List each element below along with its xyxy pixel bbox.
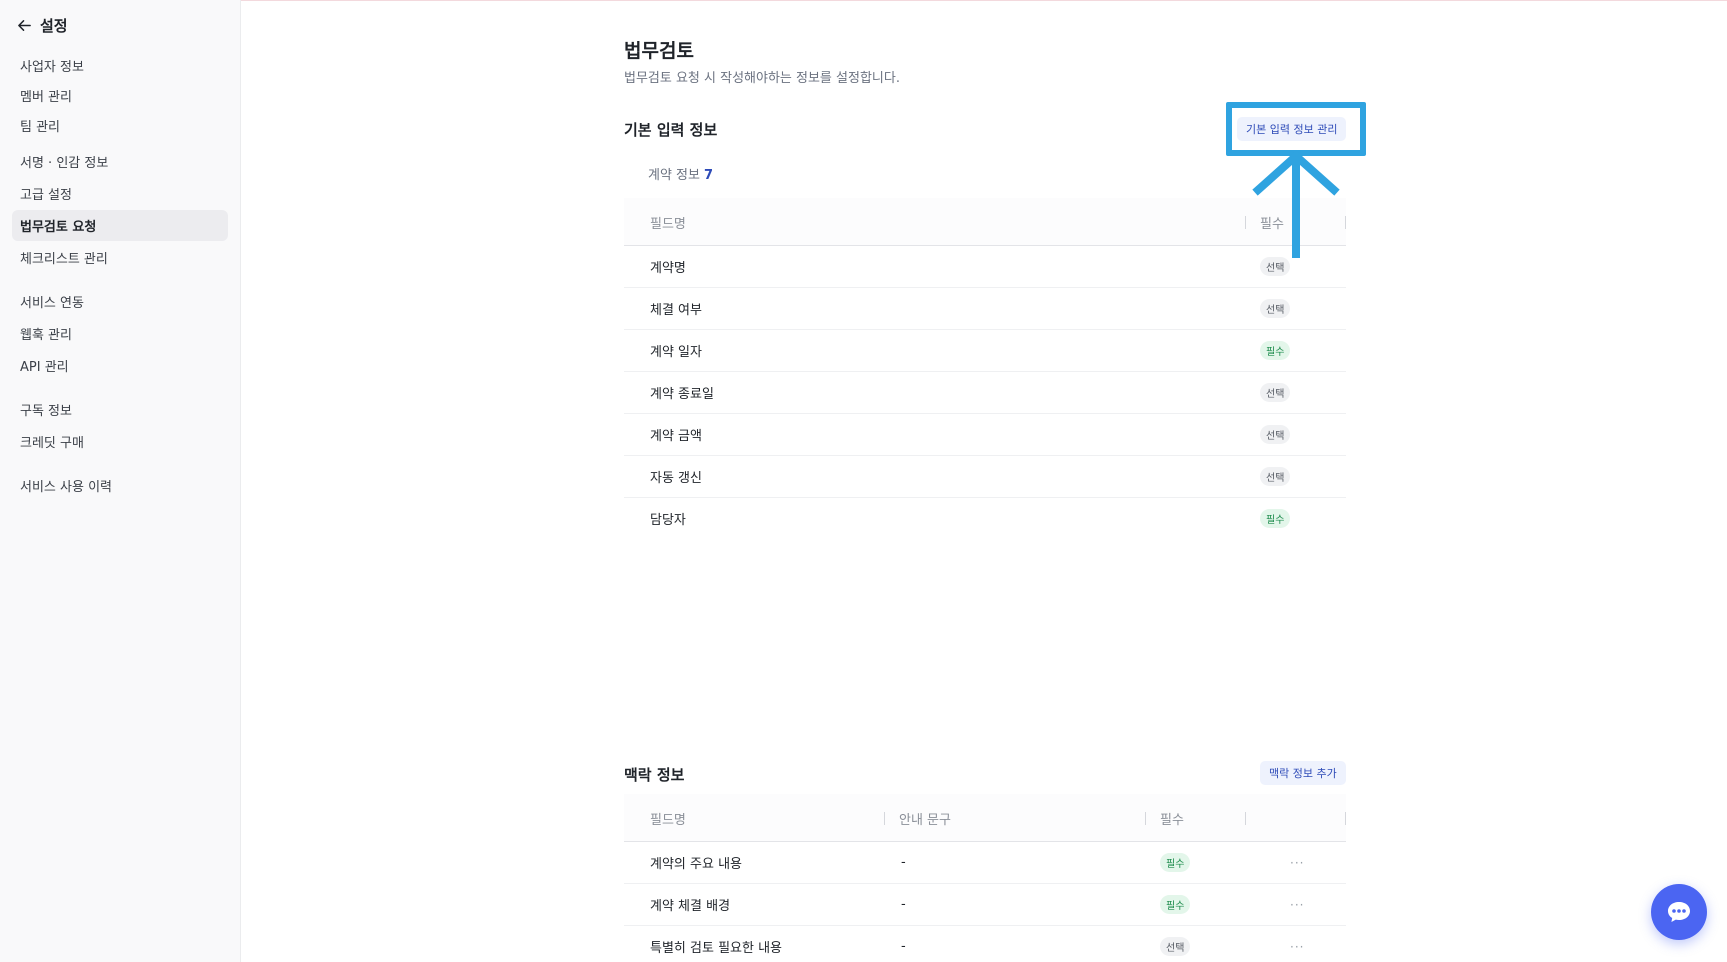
back-to-settings[interactable]: 설정 (17, 14, 68, 36)
column-resize-handle[interactable] (1245, 216, 1246, 229)
optional-badge: 선택 (1260, 383, 1291, 402)
optional-badge: 선택 (1260, 257, 1291, 276)
tab-count: 7 (703, 168, 714, 183)
more-options-icon[interactable]: ··· (1290, 856, 1304, 870)
optional-badge: 선택 (1260, 299, 1291, 318)
column-header-name: 필드명 (650, 812, 686, 828)
column-header-guide: 안내 문구 (899, 812, 951, 828)
guide-text: - (901, 939, 906, 954)
page-title: 법무검토 (624, 40, 694, 62)
sidebar-item-integrations[interactable]: 서비스 연동 (12, 286, 228, 317)
table-row[interactable]: 계약의 주요 내용 - 필수 ··· (624, 842, 1346, 884)
sidebar-item-usage-history[interactable]: 서비스 사용 이력 (12, 470, 228, 501)
table-row[interactable]: 담당자 필수 (624, 498, 1346, 540)
required-badge: 필수 (1260, 341, 1291, 360)
column-resize-handle[interactable] (1245, 812, 1246, 825)
optional-badge: 선택 (1260, 467, 1291, 486)
page-description: 법무검토 요청 시 작성해야하는 정보를 설정합니다. (624, 71, 900, 86)
sidebar-item-signature-seal[interactable]: 서명 · 인감 정보 (12, 146, 228, 177)
column-header-name: 필드명 (650, 216, 686, 232)
table-row[interactable]: 계약 종료일 선택 (624, 372, 1346, 414)
field-name: 계약 종료일 (650, 387, 714, 402)
guide-text: - (901, 897, 906, 912)
column-resize-handle[interactable] (1345, 216, 1346, 229)
chat-bubble-icon (1668, 902, 1690, 922)
context-info-title: 맥락 정보 (624, 766, 685, 784)
table-row[interactable]: 특별히 검토 필요한 내용 - 선택 ··· (624, 926, 1346, 962)
more-options-icon[interactable]: ··· (1290, 898, 1304, 912)
sidebar-item-credits[interactable]: 크레딧 구매 (12, 426, 228, 457)
top-border (0, 0, 1727, 1)
sidebar-item-api[interactable]: API 관리 (12, 350, 228, 381)
chat-support-button[interactable] (1651, 884, 1707, 940)
sidebar-item-teams[interactable]: 팀 관리 (12, 110, 228, 141)
context-info-table: 필드명 안내 문구 필수 계약의 주요 내용 - 필수 ··· 계약 체결 배경… (624, 794, 1346, 962)
field-name: 계약의 주요 내용 (650, 857, 742, 872)
sidebar-item-business-info[interactable]: 사업자 정보 (12, 50, 228, 81)
column-resize-handle[interactable] (884, 812, 885, 825)
optional-badge: 선택 (1160, 937, 1191, 956)
required-badge: 필수 (1260, 509, 1291, 528)
required-badge: 필수 (1160, 895, 1191, 914)
field-name: 담당자 (650, 513, 686, 528)
sidebar-item-subscription[interactable]: 구독 정보 (12, 394, 228, 425)
field-name: 계약 체결 배경 (650, 899, 731, 914)
field-name: 특별히 검토 필요한 내용 (650, 941, 782, 956)
table-header: 필드명 필수 (624, 198, 1346, 246)
settings-sidebar: 설정 사업자 정보 멤버 관리 팀 관리 서명 · 인감 정보 고급 설정 법무… (0, 0, 241, 962)
field-name: 계약 일자 (650, 345, 702, 360)
table-header: 필드명 안내 문구 필수 (624, 794, 1346, 842)
sidebar-item-webhooks[interactable]: 웹훅 관리 (12, 318, 228, 349)
column-header-required: 필수 (1160, 812, 1184, 828)
guide-text: - (901, 855, 906, 870)
field-name: 계약명 (650, 261, 686, 276)
table-row[interactable]: 계약 일자 필수 (624, 330, 1346, 372)
arrow-left-icon (18, 19, 31, 31)
sidebar-item-legal-review[interactable]: 법무검토 요청 (12, 210, 228, 241)
table-row[interactable]: 계약 체결 배경 - 필수 ··· (624, 884, 1346, 926)
add-context-info-button[interactable]: 맥락 정보 추가 (1260, 761, 1346, 785)
more-options-icon[interactable]: ··· (1290, 940, 1304, 954)
optional-badge: 선택 (1260, 425, 1291, 444)
sidebar-item-members[interactable]: 멤버 관리 (12, 80, 228, 111)
sidebar-title: 설정 (40, 16, 68, 35)
tab-label: 계약 정보 (648, 168, 700, 183)
table-row[interactable]: 계약명 선택 (624, 246, 1346, 288)
column-resize-handle[interactable] (1145, 812, 1146, 825)
column-resize-handle[interactable] (1345, 812, 1346, 825)
field-name: 계약 금액 (650, 429, 702, 444)
basic-info-title: 기본 입력 정보 (624, 121, 718, 139)
required-badge: 필수 (1160, 853, 1191, 872)
table-row[interactable]: 계약 금액 선택 (624, 414, 1346, 456)
column-header-required: 필수 (1260, 216, 1284, 232)
field-name: 체결 여부 (650, 303, 702, 318)
table-row[interactable]: 체결 여부 선택 (624, 288, 1346, 330)
basic-info-table: 필드명 필수 계약명 선택 체결 여부 선택 계약 일자 필수 계약 종료일 선… (624, 198, 1346, 540)
manage-basic-info-button[interactable]: 기본 입력 정보 관리 (1237, 117, 1347, 141)
sidebar-item-advanced[interactable]: 고급 설정 (12, 178, 228, 209)
table-row[interactable]: 자동 갱신 선택 (624, 456, 1346, 498)
tab-contract-info[interactable]: 계약 정보 7 (648, 164, 713, 183)
field-name: 자동 갱신 (650, 471, 702, 486)
sidebar-item-checklist[interactable]: 체크리스트 관리 (12, 242, 228, 273)
